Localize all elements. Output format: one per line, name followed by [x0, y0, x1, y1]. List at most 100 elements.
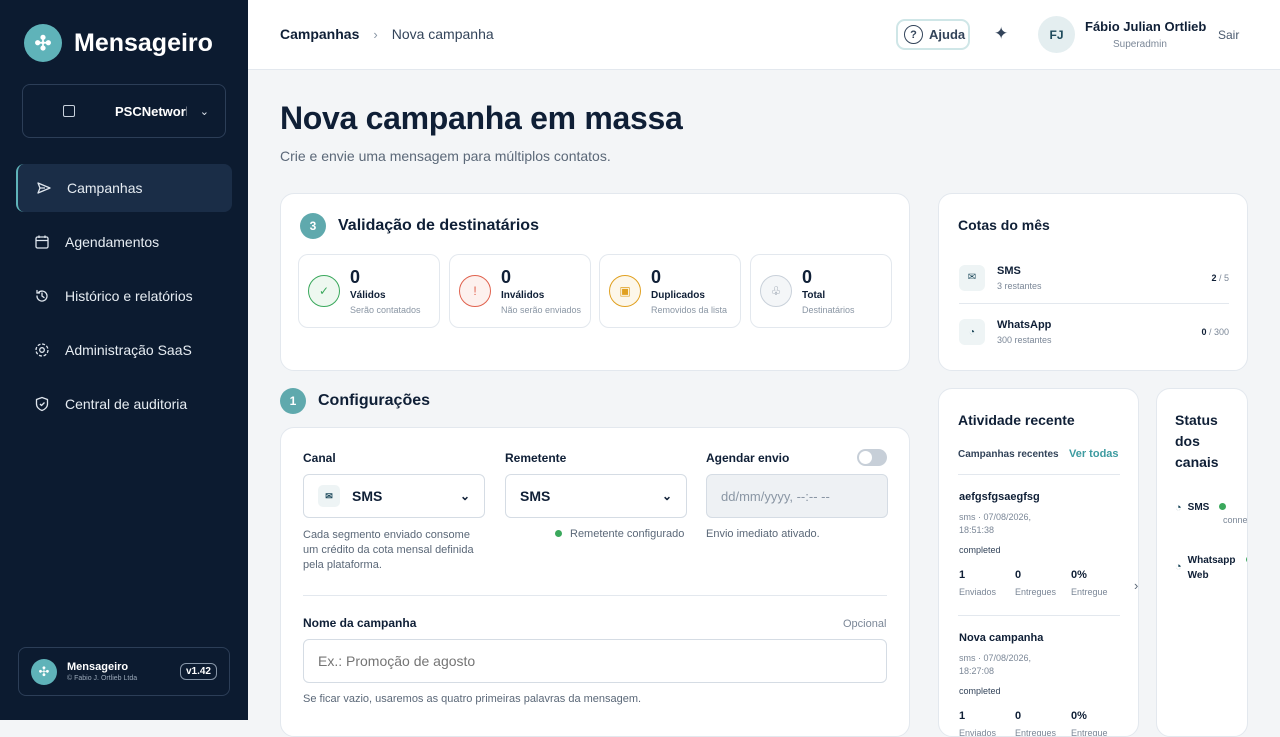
brand-logo[interactable]: ✣ Mensageiro	[24, 24, 213, 62]
users-icon: ♧	[760, 275, 792, 307]
activity-item[interactable]: aefgsfgsaegfsg sms · 07/08/2026, 18:51:3…	[959, 491, 1121, 597]
metric-sent: 1	[959, 569, 966, 581]
logo-icon: ✣	[31, 658, 57, 685]
status-dot	[1219, 503, 1227, 510]
sidebar-item-label: Agendamentos	[65, 234, 160, 250]
step-badge: 1	[280, 388, 306, 414]
sidebar-item-auditoria[interactable]: Central de auditoria	[16, 380, 232, 428]
metric-rate: 0%	[1071, 569, 1087, 581]
logo-icon: ✣	[24, 24, 62, 62]
quotas-card: Cotas do mês ✉ SMS 3 restantes 2 / 5 ◔ W…	[938, 193, 1248, 371]
sidebar-item-label: Histórico e relatórios	[65, 288, 193, 304]
org-selector[interactable]: PSCNetwork ⌄	[22, 84, 226, 138]
quota-total: / 300	[1208, 327, 1229, 337]
sms-icon: ✉	[318, 485, 340, 507]
channel-value: SMS	[352, 488, 383, 504]
sender-status: Remetente configurado	[555, 527, 684, 542]
stat-label: Total	[802, 290, 826, 301]
history-icon	[34, 288, 50, 304]
stat-label: Válidos	[350, 290, 386, 301]
section-title: Configurações	[318, 392, 431, 409]
optional-tag: Opcional	[843, 618, 887, 630]
channel-select[interactable]: ✉ SMS ⌄	[303, 474, 485, 518]
chevron-right-icon[interactable]: ›	[1134, 578, 1138, 593]
breadcrumb-campanhas[interactable]: Campanhas	[280, 26, 359, 42]
status-dot	[555, 530, 562, 537]
activity-item[interactable]: Nova campanha sms · 07/08/2026, 18:27:08…	[959, 632, 1121, 737]
activity-item-status: completed	[959, 686, 1001, 696]
quota-usage: 2 / 5	[1211, 273, 1229, 283]
help-button[interactable]: ? Ajuda	[896, 19, 970, 50]
stat-value: 0	[350, 267, 361, 287]
sidebar-item-administracao[interactable]: Administração SaaS	[16, 326, 232, 374]
chevron-down-icon: ⌄	[459, 489, 470, 503]
sidebar-item-label: Campanhas	[67, 180, 143, 196]
brand-name: Mensageiro	[74, 28, 213, 57]
activity-subtitle: Campanhas recentes	[958, 449, 1059, 460]
sparkles-icon[interactable]: ✦	[994, 24, 1008, 44]
divider	[303, 595, 887, 596]
activity-item-name: Nova campanha	[959, 632, 1044, 644]
see-all-link[interactable]: Ver todas	[1069, 448, 1119, 460]
campaign-name-input[interactable]	[303, 639, 887, 683]
activity-item-metrics: 1 Enviados 0 Entregues 0% Entregue	[959, 710, 1121, 737]
footer-copyright: © Fabio J. Ortlieb Ltda	[67, 675, 138, 682]
page-subtitle: Crie e envie uma mensagem para múltiplos…	[280, 148, 611, 164]
validation-card: 3 Validação de destinatários ✓ 0 Válidos…	[280, 193, 910, 371]
sidebar-footer: ✣ Mensageiro © Fabio J. Ortlieb Ltda v1.…	[18, 647, 230, 696]
activity-item-status: completed	[959, 545, 1001, 555]
send-icon	[36, 180, 52, 196]
metric-label: Entregues	[1015, 728, 1057, 737]
sms-icon: ✉	[959, 264, 985, 291]
channels-card: Status dos canais ◔ SMS connected ◔ What…	[1156, 388, 1248, 737]
sidebar-item-campanhas[interactable]: Campanhas	[16, 164, 232, 212]
quota-row-sms: ✉ SMS 3 restantes 2 / 5	[959, 252, 1229, 304]
sidebar-item-label: Central de auditoria	[65, 396, 188, 412]
quota-name: SMS	[997, 264, 1021, 277]
stat-label: Duplicados	[651, 290, 705, 301]
stat-desc: Removidos da lista	[651, 305, 728, 315]
metric-label: Entregue	[1071, 587, 1108, 597]
stat-invalid: ! 0 Inválidos Não serão enviados	[449, 254, 591, 328]
logout-link[interactable]: Sair	[1218, 28, 1239, 42]
sender-status-text: Remetente configurado	[570, 528, 685, 540]
sidebar-item-label: Administração SaaS	[65, 342, 192, 358]
breadcrumb-current: Nova campanha	[391, 26, 494, 42]
stat-value: 0	[501, 267, 512, 287]
sidebar-item-historico[interactable]: Histórico e relatórios	[16, 272, 232, 320]
validation-header: 3 Validação de destinatários	[300, 213, 539, 239]
channel-status: connected	[1223, 515, 1248, 525]
chevron-right-icon: ›	[373, 26, 378, 42]
status-dot	[1245, 556, 1247, 563]
channels-title: Status dos canais	[1175, 412, 1219, 470]
check-icon: ✓	[308, 275, 340, 307]
quota-row-whatsapp: ◔ WhatsApp 300 restantes 0 / 300	[959, 306, 1229, 358]
question-icon: ?	[904, 25, 923, 44]
breadcrumb: Campanhas › Nova campanha	[280, 26, 494, 42]
schedule-datetime-input[interactable]: dd/mm/yyyy, --:-- --	[706, 474, 888, 518]
version-badge: v1.42	[179, 663, 217, 680]
chevron-down-icon: ⌄	[199, 105, 209, 118]
metric-rate: 0%	[1071, 710, 1087, 722]
metric-delivered: 0	[1015, 710, 1022, 722]
sender-select[interactable]: SMS ⌄	[505, 474, 687, 518]
whatsapp-icon: ◔	[959, 319, 985, 345]
schedule-toggle[interactable]	[857, 449, 887, 466]
activity-item-name: aefgsfgsaegfsg	[959, 491, 1040, 503]
topbar: Campanhas › Nova campanha ? Ajuda ✦ FJ F…	[248, 0, 1280, 70]
quota-name: WhatsApp	[997, 319, 1052, 331]
footer-brand: Mensageiro	[67, 661, 129, 673]
sidebar-nav: Campanhas Agendamentos Histórico e relat…	[16, 164, 232, 434]
chevron-down-icon: ⌄	[661, 489, 672, 503]
sender-label: Remetente	[505, 451, 567, 465]
shield-icon	[34, 396, 50, 412]
calendar-icon	[34, 234, 50, 250]
stat-duplicated: ▣ 0 Duplicados Removidos da lista	[599, 254, 741, 328]
section-title: Validação de destinatários	[338, 217, 539, 234]
metric-label: Enviados	[959, 728, 997, 737]
quota-total: / 5	[1218, 272, 1229, 283]
sidebar-item-agendamentos[interactable]: Agendamentos	[16, 218, 232, 266]
building-icon	[63, 105, 75, 117]
campaign-name-label: Nome da campanha	[303, 616, 417, 630]
avatar[interactable]: FJ	[1038, 16, 1075, 53]
